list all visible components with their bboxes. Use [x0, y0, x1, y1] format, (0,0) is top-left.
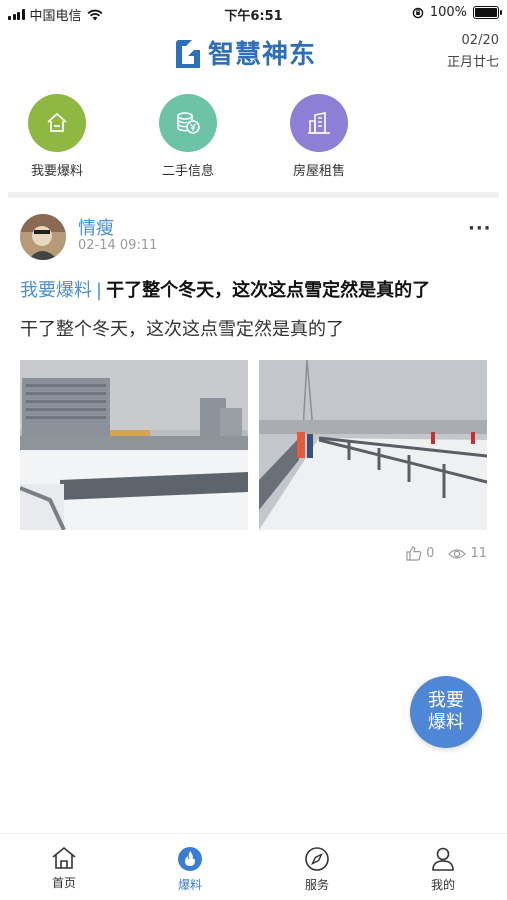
- quick-nav: 我要爆料 二手信息 房屋租售: [0, 86, 507, 186]
- building-icon: [308, 112, 330, 134]
- home-outline-icon: [52, 846, 76, 869]
- post-title: 干了整个冬天，这次这点雪定然是真的了: [106, 280, 431, 301]
- fab-line-2: 爆料: [428, 712, 464, 733]
- photo-snowy-plaza: [20, 360, 248, 530]
- avatar[interactable]: [20, 214, 66, 260]
- battery-level: [475, 8, 497, 17]
- post-photo[interactable]: [259, 360, 487, 530]
- flame-icon: [178, 847, 202, 871]
- like-count: 0: [426, 546, 435, 561]
- app-header: 智慧神东 02/20 正月廿七: [0, 26, 507, 80]
- quick-nav-secondhand[interactable]: 二手信息: [143, 94, 233, 179]
- compass-icon: [305, 847, 329, 871]
- housing-circle: [290, 94, 348, 152]
- report-circle: [28, 94, 86, 152]
- section-divider: [8, 192, 499, 198]
- post-time: 02-14 09:11: [78, 238, 158, 253]
- battery-percent: 100%: [429, 5, 467, 20]
- tab-report[interactable]: 爆料: [150, 846, 230, 893]
- header-lunar-date: 正月廿七: [446, 55, 499, 70]
- title-separator: |: [96, 280, 103, 301]
- thumbs-up-icon: [406, 546, 422, 561]
- app-logo: 智慧神东: [172, 34, 316, 71]
- coins-yen-icon: [177, 112, 200, 134]
- post-photo[interactable]: [20, 360, 248, 530]
- tab-label: 爆料: [177, 878, 202, 892]
- tab-label: 服务: [304, 878, 329, 892]
- orientation-lock-icon: [412, 7, 424, 18]
- tab-home[interactable]: 首页: [24, 846, 104, 891]
- logo-mark-icon: [176, 39, 200, 68]
- quick-nav-label: 房屋租售: [292, 164, 345, 179]
- post-stats: 0 11: [406, 546, 487, 561]
- tab-services[interactable]: 服务: [277, 846, 357, 893]
- more-options-icon[interactable]: ···: [468, 218, 492, 239]
- post-body: 干了整个冬天，这次这点雪定然是真的了: [20, 319, 344, 340]
- eye-icon: [448, 548, 467, 559]
- header-date: 02/20: [461, 33, 499, 48]
- like-stat[interactable]: 0: [406, 546, 434, 561]
- home-icon: [47, 112, 67, 132]
- view-stat: 11: [448, 546, 487, 561]
- bottom-tab-bar: 首页 爆料 服务 我的: [0, 833, 507, 900]
- battery-icon: [473, 6, 502, 19]
- report-fab-button[interactable]: 我要 爆料: [410, 676, 482, 748]
- fab-line-1: 我要: [428, 690, 464, 711]
- person-icon: [432, 847, 454, 871]
- photo-snowy-bridge: [259, 360, 487, 530]
- tab-label: 我的: [430, 878, 455, 892]
- quick-nav-report[interactable]: 我要爆料: [12, 94, 102, 179]
- tab-profile[interactable]: 我的: [403, 846, 483, 893]
- post-username[interactable]: 情瘦: [78, 214, 114, 240]
- post-category[interactable]: 我要爆料: [20, 280, 92, 301]
- quick-nav-label: 我要爆料: [30, 164, 83, 179]
- view-count: 11: [470, 546, 487, 561]
- quick-nav-label: 二手信息: [161, 164, 214, 179]
- status-bar-right: 100%: [412, 5, 502, 20]
- post-title-line[interactable]: 我要爆料 | 干了整个冬天，这次这点雪定然是真的了: [20, 276, 488, 302]
- avatar-image: [20, 214, 66, 260]
- app-title: 智慧神东: [208, 40, 317, 70]
- tab-label: 首页: [51, 876, 76, 890]
- quick-nav-housing[interactable]: 房屋租售: [274, 94, 364, 179]
- date-box: 02/20 正月廿七: [447, 30, 499, 74]
- status-bar: 中国电信 下午6:51 100%: [0, 0, 507, 26]
- secondhand-circle: [159, 94, 217, 152]
